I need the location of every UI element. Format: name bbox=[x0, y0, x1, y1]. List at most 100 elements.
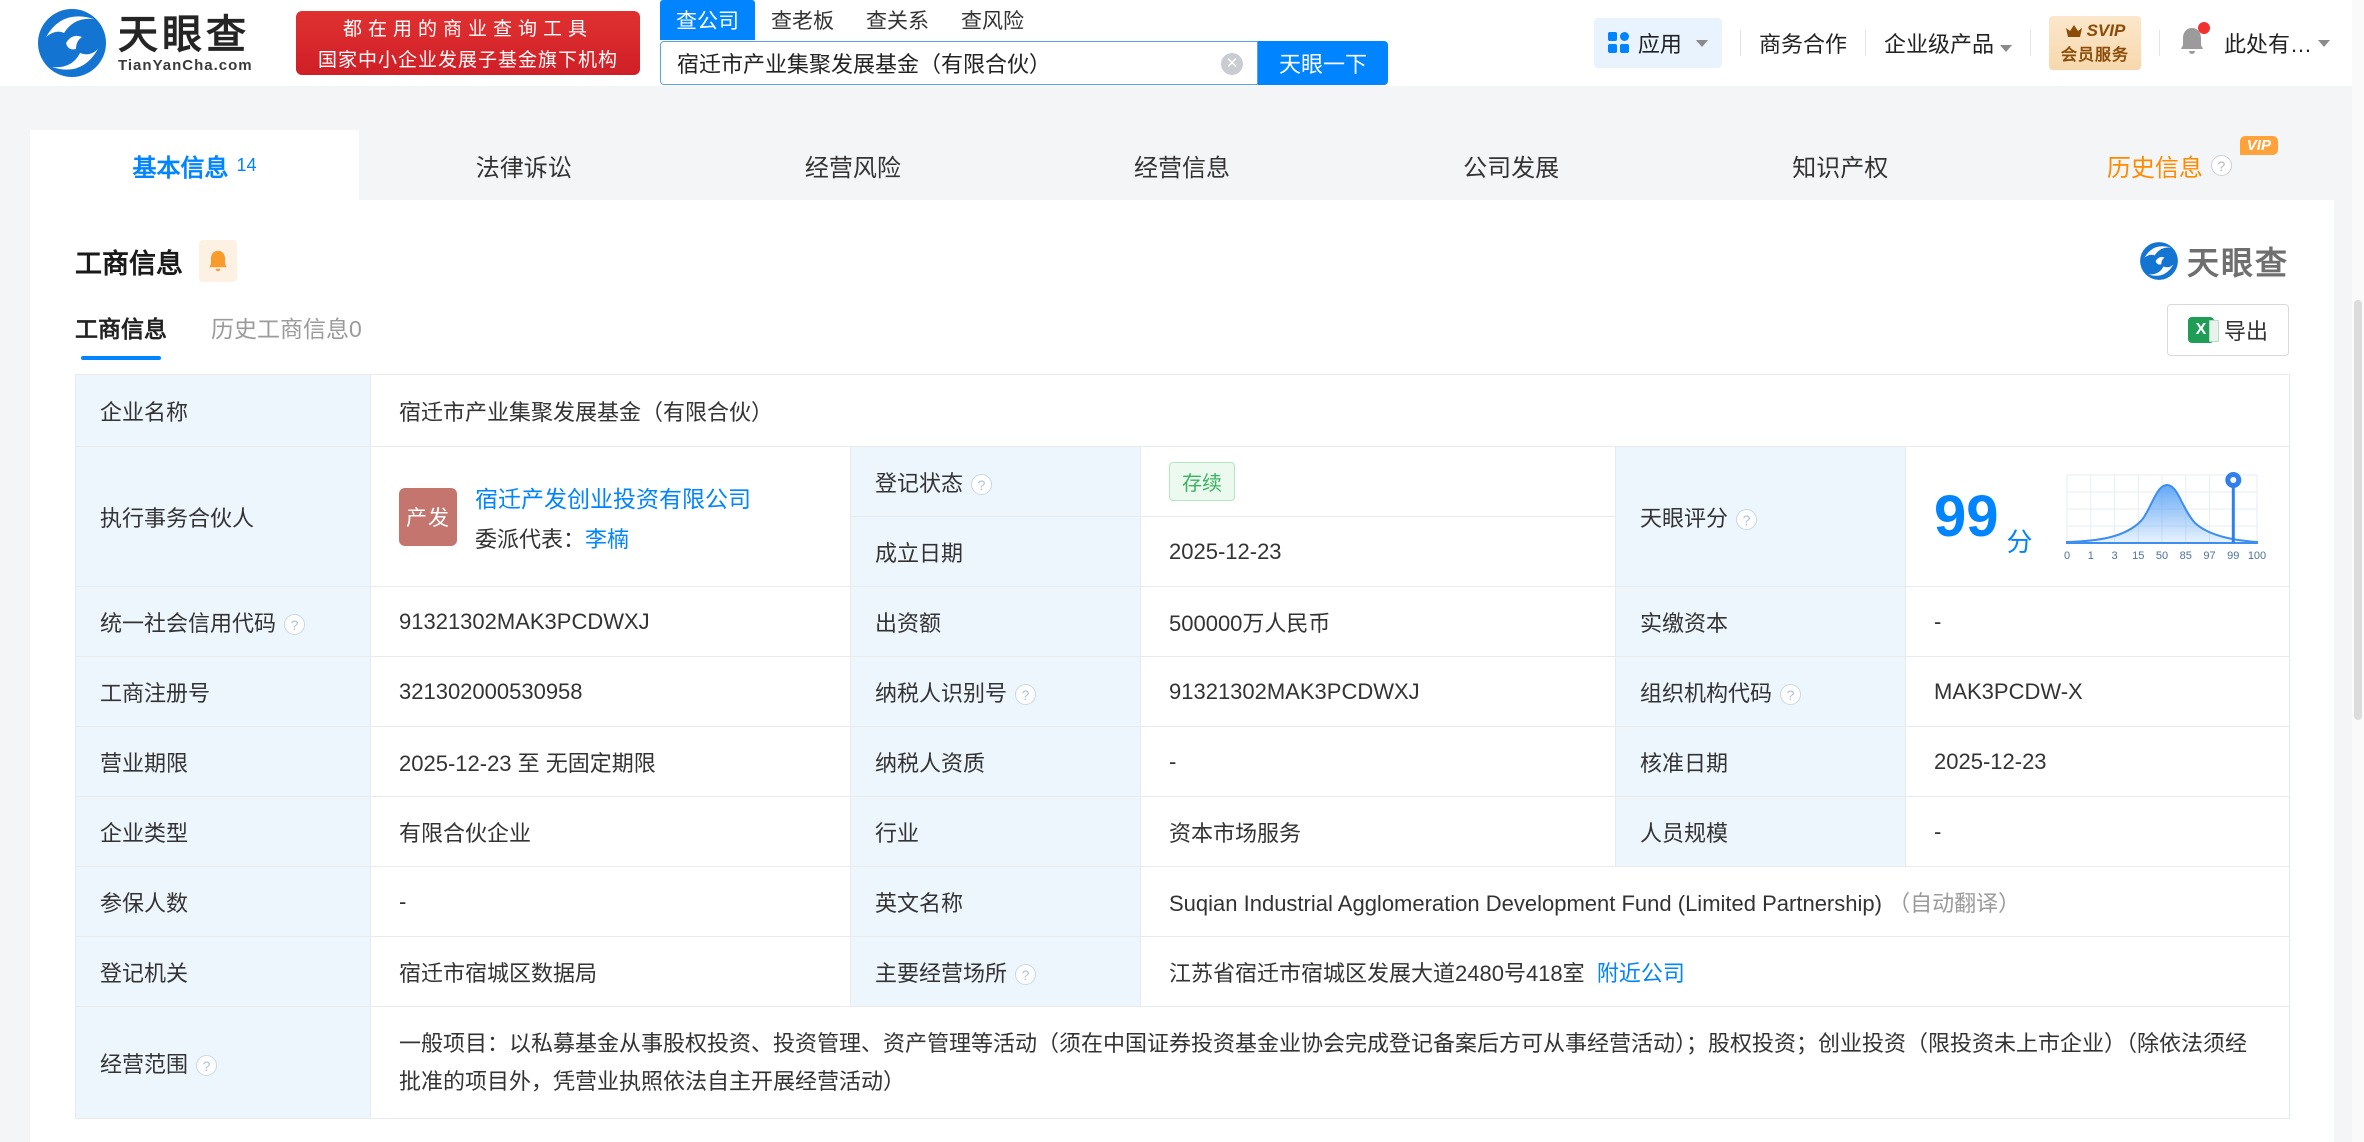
apps-menu[interactable]: 应用 bbox=[1593, 18, 1722, 68]
logo-text: 天眼查 bbox=[118, 12, 250, 57]
notification-button[interactable] bbox=[2178, 21, 2210, 61]
tick-label: 97 bbox=[2203, 550, 2215, 562]
tianyancha-watermark: 天眼查 bbox=[2139, 238, 2289, 284]
taxpayer-id-label: 纳税人识别号? bbox=[850, 656, 1141, 727]
business-coop-link[interactable]: 商务合作 bbox=[1759, 27, 1847, 59]
section-title: 工商信息 bbox=[75, 248, 183, 279]
company-name-label: 企业名称 bbox=[75, 374, 371, 447]
credit-code-value: 91321302MAK3PCDWXJ bbox=[370, 586, 851, 657]
tianyancha-company-page: 天眼查 TianYanCha.com 都在用的商业查询工具 国家中小企业发展子基… bbox=[0, 0, 2364, 1142]
subtab-history-business-info[interactable]: 历史工商信息0 bbox=[211, 310, 362, 360]
label-text: 主要经营场所 bbox=[875, 960, 1008, 986]
subscribe-bell-button[interactable] bbox=[199, 240, 237, 282]
tick-label: 3 bbox=[2111, 550, 2117, 562]
contribution-label: 出资额 bbox=[850, 586, 1141, 657]
score-distribution-chart: 0 1 3 15 50 85 97 99 100 bbox=[2063, 471, 2266, 562]
promo-line1: 都在用的商业查询工具 bbox=[342, 19, 593, 40]
tab-intellectual-property[interactable]: 知识产权 bbox=[1676, 130, 2005, 200]
status-badge: 存续 bbox=[1169, 462, 1235, 501]
business-scope-label: 经营范围? bbox=[75, 1006, 371, 1119]
grid-icon bbox=[1607, 32, 1630, 54]
industry-label: 行业 bbox=[850, 796, 1141, 867]
deputy-label: 委派代表： bbox=[475, 526, 586, 552]
auto-translate-note: （自动翻译） bbox=[1888, 890, 2021, 916]
nearby-companies-link[interactable]: 附近公司 bbox=[1597, 961, 1685, 986]
search-area: 查公司 查老板 查关系 查风险 ✕ 天眼一下 bbox=[660, 0, 1388, 85]
chevron-down-icon bbox=[1695, 39, 1708, 47]
tick-label: 1 bbox=[2087, 550, 2093, 562]
tianyan-score-cell[interactable]: 99 分 0 1 3 15 50 85 97 99 100 bbox=[1904, 446, 2291, 587]
search-tab-risk[interactable]: 查风险 bbox=[945, 0, 1040, 40]
question-icon[interactable]: ? bbox=[971, 474, 993, 496]
paid-capital-value: - bbox=[1904, 586, 2291, 657]
excel-icon: X bbox=[2187, 317, 2219, 343]
tab-company-development[interactable]: 公司发展 bbox=[1347, 130, 1676, 200]
tab-label: 基本信息 bbox=[132, 154, 229, 182]
tianyancha-logo[interactable]: 天眼查 TianYanCha.com bbox=[36, 7, 253, 79]
establish-date-value: 2025-12-23 bbox=[1140, 516, 1616, 587]
search-tab-company[interactable]: 查公司 bbox=[660, 0, 755, 40]
subtab-business-info[interactable]: 工商信息 bbox=[75, 310, 167, 360]
partner-company-link[interactable]: 宿迁产发创业投资有限公司 bbox=[475, 480, 751, 514]
question-icon[interactable]: ? bbox=[1015, 684, 1037, 706]
export-button[interactable]: X 导出 bbox=[2166, 304, 2289, 356]
english-name-label: 英文名称 bbox=[850, 866, 1141, 937]
divider bbox=[1864, 30, 1866, 56]
tab-operating-risk[interactable]: 经营风险 bbox=[688, 130, 1017, 200]
search-button[interactable]: 天眼一下 bbox=[1258, 41, 1388, 85]
bell-icon bbox=[209, 250, 227, 272]
question-icon[interactable]: ? bbox=[284, 614, 306, 636]
search-tab-relation[interactable]: 查关系 bbox=[850, 0, 945, 40]
user-menu-label: 此处有… bbox=[2223, 32, 2312, 57]
table-row: 登记机关 宿迁市宿城区数据局 主要经营场所? 江苏省宿迁市宿城区发展大道2480… bbox=[75, 936, 2291, 1007]
user-menu[interactable]: 此处有… bbox=[2224, 27, 2330, 59]
question-icon[interactable]: ? bbox=[1736, 509, 1758, 531]
svip-member-button[interactable]: SVIP 会员服务 bbox=[2048, 16, 2141, 70]
clear-icon[interactable]: ✕ bbox=[1221, 53, 1243, 75]
staff-size-label: 人员规模 bbox=[1615, 796, 1906, 867]
table-row: 统一社会信用代码? 91321302MAK3PCDWXJ 出资额 500000万… bbox=[75, 586, 2291, 657]
question-icon[interactable]: ? bbox=[1015, 964, 1037, 986]
tianyan-score-label: 天眼评分? bbox=[1615, 446, 1906, 587]
pin-marker-icon bbox=[2224, 471, 2241, 543]
deputy-link[interactable]: 李楠 bbox=[585, 527, 629, 552]
insured-count-value: - bbox=[370, 866, 851, 937]
tab-history-info[interactable]: VIP 历史信息 ? bbox=[2005, 130, 2334, 200]
org-code-label: 组织机构代码? bbox=[1615, 656, 1906, 727]
avatar[interactable]: 产发 bbox=[399, 487, 457, 546]
org-code-value: MAK3PCDW-X bbox=[1904, 656, 2291, 727]
tab-label: 知识产权 bbox=[1792, 154, 1889, 182]
tab-label: 经营风险 bbox=[804, 154, 901, 182]
search-input[interactable] bbox=[661, 42, 1201, 84]
crown-icon bbox=[2065, 24, 2082, 37]
staff-size-value: - bbox=[1904, 796, 2291, 867]
tab-operating-info[interactable]: 经营信息 bbox=[1017, 130, 1346, 200]
score-unit: 分 bbox=[2006, 526, 2033, 557]
notification-dot bbox=[2197, 21, 2210, 34]
chevron-down-icon bbox=[1999, 45, 2012, 52]
tick-label: 50 bbox=[2155, 550, 2167, 562]
tab-legal[interactable]: 法律诉讼 bbox=[359, 130, 688, 200]
promo-banner: 都在用的商业查询工具 国家中小企业发展子基金旗下机构 bbox=[296, 11, 640, 75]
label-text: 纳税人识别号 bbox=[875, 680, 1008, 706]
promo-line2: 国家中小企业发展子基金旗下机构 bbox=[317, 50, 618, 71]
label-text: 组织机构代码 bbox=[1640, 680, 1773, 706]
table-row: 参保人数 - 英文名称 Suqian Industrial Agglomerat… bbox=[75, 866, 2291, 937]
divider bbox=[2029, 30, 2031, 56]
question-icon[interactable]: ? bbox=[2210, 154, 2232, 176]
question-icon[interactable]: ? bbox=[196, 1055, 218, 1077]
table-row: 企业名称 宿迁市产业集聚发展基金（有限合伙） bbox=[75, 374, 2291, 447]
contribution-value: 500000万人民币 bbox=[1140, 586, 1616, 657]
tab-basic-info[interactable]: 基本信息 14 bbox=[30, 130, 360, 200]
label-text: 登记状态 bbox=[875, 470, 964, 496]
search-tab-boss[interactable]: 查老板 bbox=[755, 0, 850, 40]
scrollbar-thumb[interactable] bbox=[2354, 300, 2362, 720]
scrollbar[interactable] bbox=[2352, 0, 2364, 1142]
table-row: 经营范围? 一般项目：以私募基金从事股权投资、投资管理、资产管理等活动（须在中国… bbox=[75, 1006, 2291, 1119]
search-box: ✕ bbox=[660, 41, 1258, 85]
business-term-label: 营业期限 bbox=[75, 726, 371, 797]
tab-label: 公司发展 bbox=[1463, 154, 1560, 182]
enterprise-products-link[interactable]: 企业级产品 bbox=[1884, 27, 2012, 59]
executive-partner-label: 执行事务合伙人 bbox=[75, 446, 371, 587]
question-icon[interactable]: ? bbox=[1780, 684, 1802, 706]
